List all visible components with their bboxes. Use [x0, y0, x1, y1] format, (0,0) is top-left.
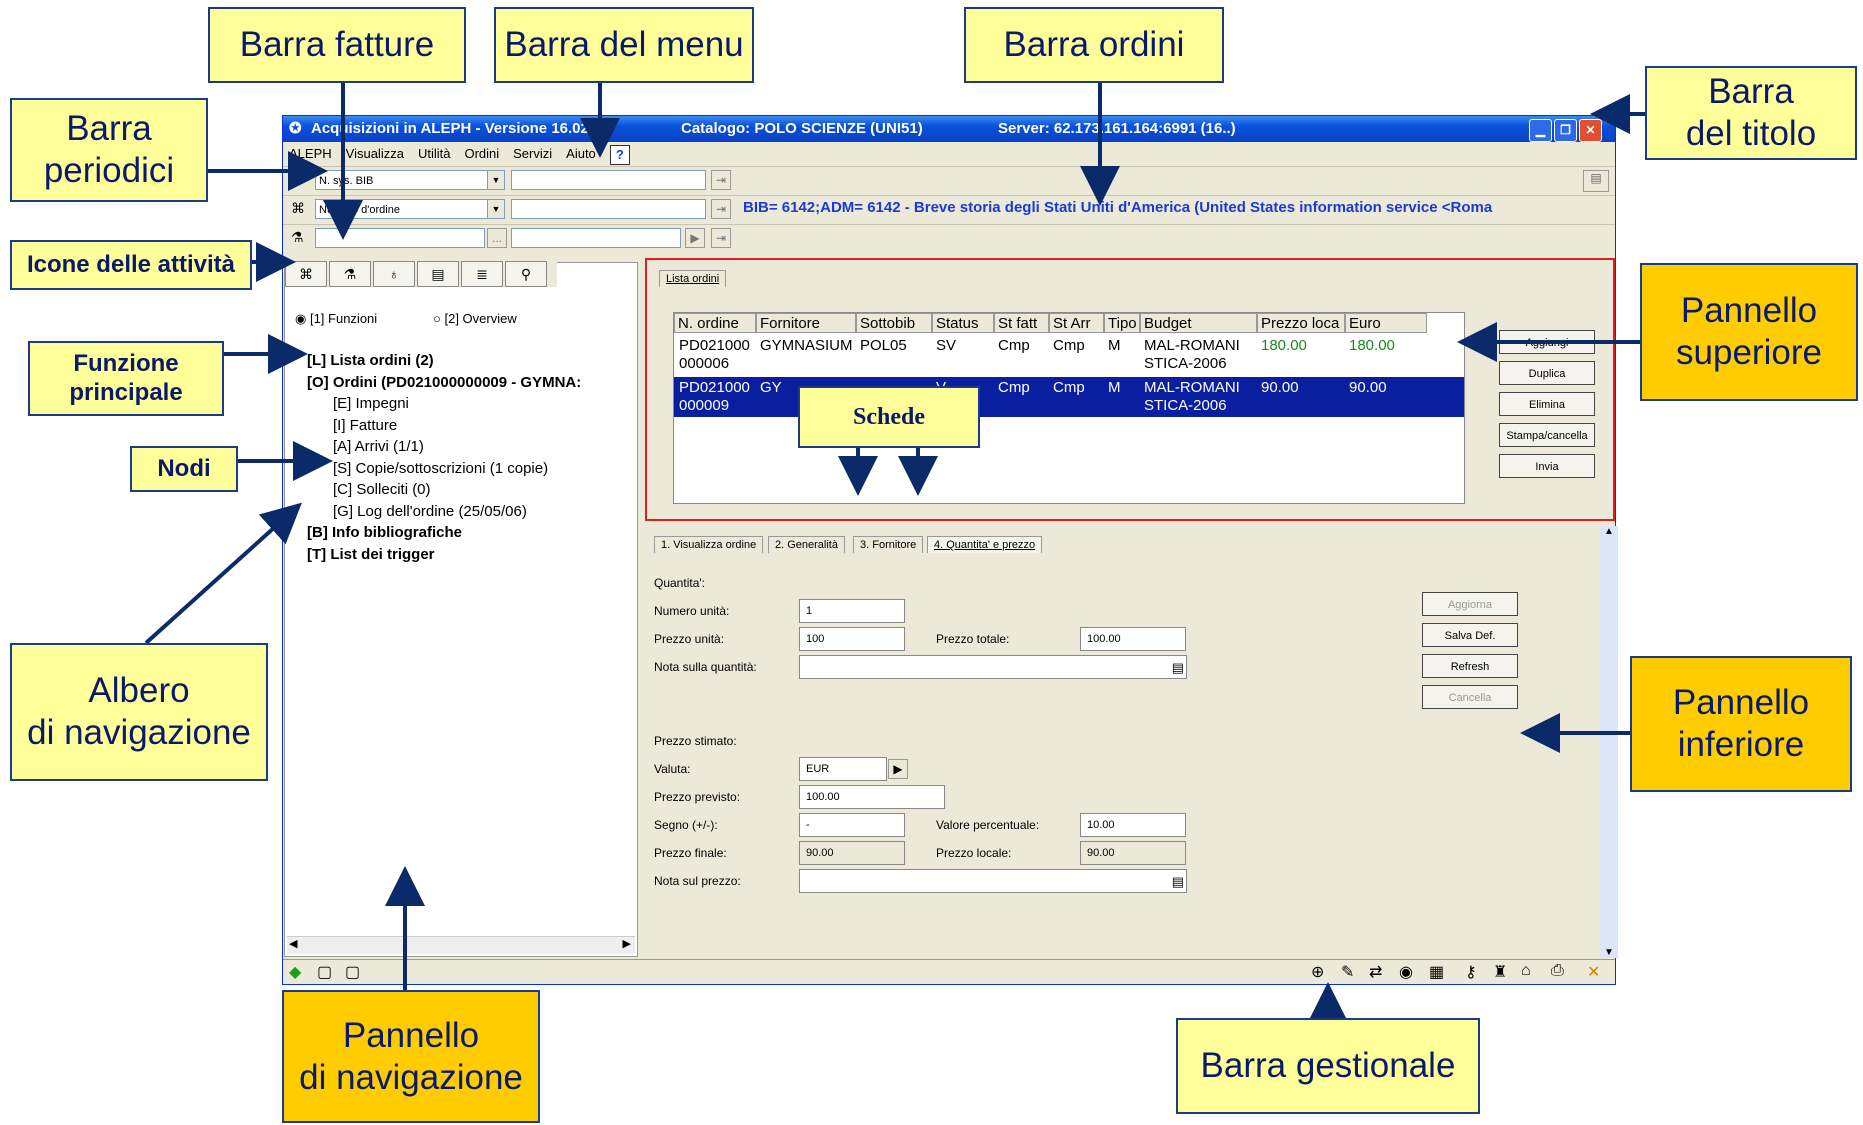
callout-icone-attivita: Icone delle attività: [10, 240, 252, 290]
callout-barra-gestionale: Barra gestionale: [1176, 1018, 1480, 1114]
callout-barra-titolo: Barra del titolo: [1645, 66, 1857, 160]
callout-pannello-inferiore: Pannello inferiore: [1630, 656, 1852, 792]
callout-nodi: Nodi: [130, 446, 238, 492]
callout-pannello-navigazione: Pannello di navigazione: [282, 990, 540, 1123]
callout-funzione-principale: Funzione principale: [28, 341, 224, 416]
callout-albero: Albero di navigazione: [10, 643, 268, 781]
callout-barra-periodici: Barra periodici: [10, 98, 208, 202]
callout-pannello-superiore: Pannello superiore: [1640, 263, 1858, 401]
callout-barra-fatture: Barra fatture: [208, 7, 466, 83]
callout-schede: Schede: [798, 386, 980, 448]
annotation-arrows: [144, 80, 1645, 1022]
callout-barra-menu: Barra del menu: [494, 7, 754, 83]
callout-barra-ordini: Barra ordini: [964, 7, 1224, 83]
arrow-albero: [144, 502, 302, 645]
